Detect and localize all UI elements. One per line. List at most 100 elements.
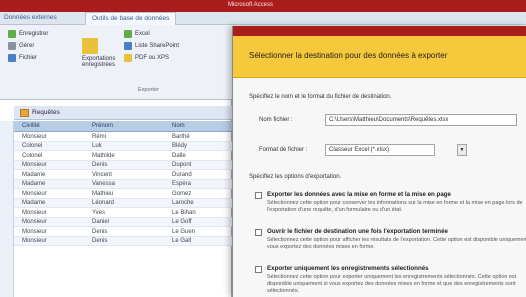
datasheet-grid: Civilité Prénom Nom Monsieur Rémi Barthé Co… (14, 121, 232, 246)
table-cell: Dalle (172, 152, 186, 159)
table-icon (20, 109, 29, 117)
option-1-title: Exporter les données avec la mise en for… (267, 191, 451, 198)
excel-export-button[interactable]: Excel (124, 30, 150, 38)
table-tab[interactable]: Requêtes (14, 106, 232, 120)
table-cell: Léonard (92, 200, 115, 206)
table-cell: Blédy (172, 143, 188, 149)
table-cell: Monsieur (22, 219, 47, 225)
dialog-header: Sélectionner la destination pour des don… (233, 36, 526, 78)
table-cell: Barthé (172, 133, 190, 140)
table-cell: Le Goff (172, 219, 192, 225)
column-header-civilite[interactable]: Civilité (22, 123, 40, 129)
gerer-label: Gérer (19, 43, 35, 49)
row-selectors[interactable] (0, 121, 14, 297)
table-row[interactable]: Madame Vincent Durand (14, 170, 232, 180)
format-dropdown-arrow[interactable]: ▼ (457, 144, 467, 156)
table-cell: Le Bihan (172, 209, 196, 216)
option-3-desc: Sélectionnez cette option pour exporter … (267, 274, 517, 294)
tab-outils-base-de-donnees[interactable]: Outils de base de données (85, 12, 177, 25)
table-cell: Durand (172, 171, 192, 178)
ribbon-group-export: Excel Liste SharePoint PDF ou XPS Export… (80, 28, 220, 96)
dialog-title: Sélectionner la destination pour des don… (249, 51, 448, 60)
table-cell: Monsieur (22, 238, 47, 244)
table-cell: Madame (22, 200, 46, 206)
table-cell: Monsieur (22, 228, 47, 235)
table-cell: Daniel (92, 219, 110, 225)
format-select[interactable]: Classeur Excel (*.xlsx) (325, 144, 435, 156)
column-header-nom[interactable]: Nom (172, 123, 185, 129)
saved-exports-icon (82, 38, 98, 54)
table-row[interactable]: Monsieur Rémi Barthé (14, 132, 232, 142)
options-label: Spécifiez les options d'exportation. (249, 174, 342, 180)
table-cell: Monsieur (22, 190, 47, 197)
pdf-icon (124, 54, 132, 62)
dialog-intro: Spécifiez le nom et le format du fichier… (249, 94, 392, 100)
table-cell: Mathieu (92, 190, 114, 197)
table-cell: Dupont (172, 162, 192, 168)
window-title: Microsoft Access (228, 2, 274, 8)
table-cell: Laroche (172, 200, 194, 206)
table-cell: Luk (92, 143, 102, 149)
table-cell: Monsieur (22, 162, 47, 168)
grid-header: Civilité Prénom Nom (14, 121, 232, 132)
table-cell: Rémi (92, 133, 107, 140)
table-row[interactable]: Monsieur Daniel Le Goff (14, 217, 232, 227)
grid-rows: Monsieur Rémi Barthé Colonel Luk Blédy Colonel… (14, 132, 232, 246)
table-cell: Madame (22, 171, 46, 178)
export-group-label: Exporter (138, 87, 159, 93)
table-row[interactable]: Madame Léonard Laroche (14, 198, 232, 208)
export-dialog: Sélectionner la destination pour des don… (232, 26, 526, 297)
table-row[interactable]: Colonel Mathilde Dalle (14, 151, 232, 161)
saved-exports-label: Exportations enregistrées (82, 56, 116, 68)
table-row[interactable]: Madame Vanessa Espéra (14, 179, 232, 189)
sharepoint-label: Liste SharePoint (135, 43, 180, 49)
format-label: Format de fichier : (259, 147, 308, 153)
table-row[interactable]: Monsieur Yves Le Bihan (14, 208, 232, 218)
table-cell: Monsieur (22, 133, 47, 140)
filename-input[interactable]: C:\Users\Matthieu\Documents\Requêtes.xls… (325, 114, 517, 126)
table-cell: Denis (92, 228, 108, 235)
pdf-export-button[interactable]: PDF ou XPS (124, 54, 169, 62)
file-icon (8, 54, 16, 62)
dialog-body: Spécifiez le nom et le format du fichier… (233, 78, 526, 297)
table-cell: Vincent (92, 171, 112, 178)
sharepoint-export-button[interactable]: Liste SharePoint (124, 42, 179, 50)
pdf-label: PDF ou XPS (135, 55, 170, 61)
table-cell: Colonel (22, 143, 43, 149)
dialog-title-bar (233, 26, 526, 36)
option-2-title: Ouvrir le fichier de destination une foi… (267, 228, 448, 235)
option-1-checkbox[interactable] (255, 192, 262, 199)
table-row[interactable]: Colonel Luk Blédy (14, 141, 232, 151)
table-cell: Le Guen (172, 228, 196, 235)
tab-donnees-externes[interactable]: Données externes (4, 14, 57, 21)
saved-exports-button[interactable]: Exportations enregistrées (82, 38, 122, 68)
option-2-desc: Sélectionnez cette option pour afficher … (267, 237, 526, 250)
gerer-button[interactable]: Gérer (8, 42, 34, 50)
table-name: Requêtes (32, 109, 60, 116)
option-3-checkbox[interactable] (255, 266, 262, 273)
fichier-button[interactable]: Fichier (8, 54, 37, 62)
table-cell: Denis (92, 238, 108, 244)
manage-icon (8, 42, 16, 50)
table-cell: Gomez (172, 190, 192, 197)
save-icon (8, 30, 16, 38)
table-cell: Madame (22, 181, 46, 187)
enregistrer-label: Enregistrer (19, 31, 49, 37)
column-header-prenom[interactable]: Prénom (92, 123, 113, 129)
fichier-label: Fichier (19, 55, 38, 61)
table-cell: Le Gall (172, 238, 192, 244)
table-row[interactable]: Monsieur Mathieu Gomez (14, 189, 232, 199)
enregistrer-button[interactable]: Enregistrer (8, 30, 48, 38)
option-2-checkbox[interactable] (255, 229, 262, 236)
table-cell: Denis (92, 162, 108, 168)
table-cell: Monsieur (22, 209, 47, 216)
table-row[interactable]: Monsieur Denis Le Gall (14, 236, 232, 246)
table-cell: Yves (92, 209, 106, 216)
table-cell: Colonel (22, 152, 43, 159)
table-pane: Requêtes Civilité Prénom Nom Monsieur Rém… (0, 100, 232, 297)
title-bar: Microsoft Access (0, 0, 526, 12)
table-row[interactable]: Monsieur Denis Dupont (14, 160, 232, 170)
table-row[interactable]: Monsieur Denis Le Guen (14, 227, 232, 237)
ribbon-tabs: Données externes Outils de base de donné… (0, 12, 526, 25)
excel-label: Excel (135, 31, 150, 37)
